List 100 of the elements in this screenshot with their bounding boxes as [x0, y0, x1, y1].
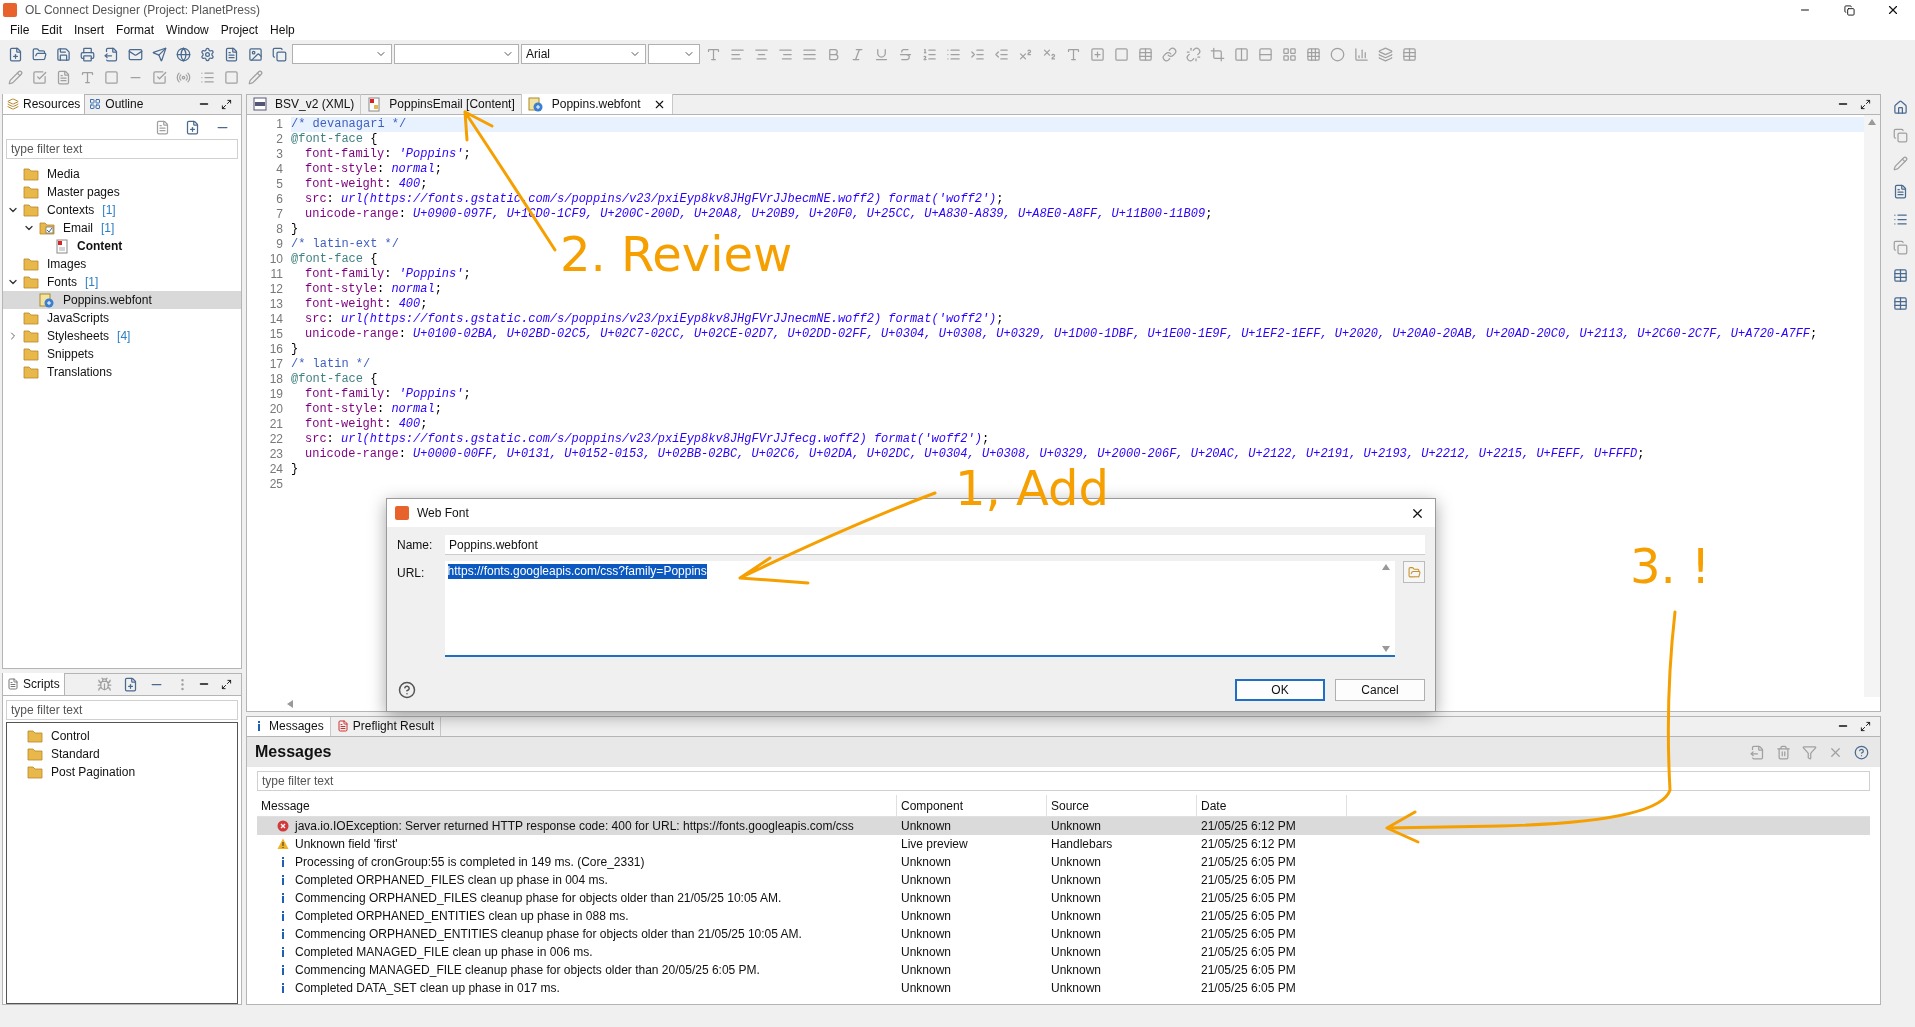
- message-row[interactable]: Completed ORPHANED_FILES clean up phase in 004 ms. Unknown Unknown 21/05/25 6:05 PM: [257, 871, 1870, 889]
- rows-icon[interactable]: [1257, 46, 1273, 62]
- unlink-icon[interactable]: [1185, 46, 1201, 62]
- add-box-icon[interactable]: [1089, 46, 1105, 62]
- scroll-left-icon[interactable]: [287, 700, 293, 708]
- subscript-icon[interactable]: [1041, 46, 1057, 62]
- tree-item[interactable]: Snippets: [3, 345, 241, 363]
- numbered-list-icon[interactable]: [921, 46, 937, 62]
- maximize-icon[interactable]: [1859, 98, 1871, 110]
- bullet-list-icon[interactable]: [945, 46, 961, 62]
- box-icon[interactable]: [1113, 46, 1129, 62]
- dialog-button[interactable]: OK: [1235, 679, 1325, 701]
- align-center-icon[interactable]: [753, 46, 769, 62]
- grid-icon[interactable]: [1305, 46, 1321, 62]
- tree-item[interactable]: Post Pagination: [7, 763, 237, 781]
- image-icon[interactable]: [247, 46, 263, 62]
- tree-item[interactable]: Images: [3, 255, 241, 273]
- filter-field[interactable]: type filter text: [6, 700, 238, 720]
- menu-item[interactable]: Edit: [35, 21, 69, 39]
- superscript-icon[interactable]: [1017, 46, 1033, 62]
- menu-item[interactable]: Project: [214, 21, 265, 39]
- tree-item[interactable]: Translations: [3, 363, 241, 381]
- input-icon[interactable]: [103, 69, 119, 85]
- editor-tab[interactable]: PoppinsEmail [Content]: [361, 94, 522, 114]
- panel-tab[interactable]: Resources: [3, 94, 86, 114]
- table-icon[interactable]: [1892, 295, 1908, 311]
- signature-icon[interactable]: [247, 69, 263, 85]
- home-icon[interactable]: [1892, 99, 1908, 115]
- save-icon[interactable]: [55, 46, 71, 62]
- tree-item[interactable]: Stylesheets [4]: [3, 327, 241, 345]
- dialog-button[interactable]: Cancel: [1335, 679, 1425, 701]
- combo-box[interactable]: [394, 44, 519, 64]
- name-field[interactable]: Poppins.webfont: [445, 535, 1425, 555]
- button-shape-icon[interactable]: [223, 69, 239, 85]
- browse-button[interactable]: [1403, 561, 1425, 583]
- combo-box[interactable]: [292, 44, 392, 64]
- document-icon[interactable]: [223, 46, 239, 62]
- delete-icon[interactable]: [1775, 744, 1791, 760]
- menu-item[interactable]: Help: [264, 21, 301, 39]
- column-header[interactable]: Component: [897, 795, 1047, 816]
- tree-item[interactable]: Contexts [1]: [3, 201, 241, 219]
- panel-tab[interactable]: Scripts: [3, 673, 65, 695]
- filter-field[interactable]: type filter text: [257, 771, 1870, 791]
- url-field[interactable]: https://fonts.googleapis.com/css?family=Poppins: [444, 561, 1396, 657]
- menu-item[interactable]: Insert: [68, 21, 111, 39]
- export-icon[interactable]: [1749, 744, 1765, 760]
- columns-icon[interactable]: [1233, 46, 1249, 62]
- settings-icon[interactable]: [199, 46, 215, 62]
- printer-icon[interactable]: [79, 46, 95, 62]
- tree-item[interactable]: Control: [7, 727, 237, 745]
- align-left-icon[interactable]: [729, 46, 745, 62]
- maximize-icon[interactable]: [220, 678, 232, 690]
- table-icon[interactable]: [1137, 46, 1153, 62]
- stylesheet-icon[interactable]: [1892, 183, 1908, 199]
- layers-icon[interactable]: [1377, 46, 1393, 62]
- maximize-icon[interactable]: [220, 98, 232, 110]
- panel-tab[interactable]: Preflight Result: [330, 717, 442, 736]
- circle-icon[interactable]: [1329, 46, 1345, 62]
- edit-icon[interactable]: [7, 69, 23, 85]
- menu-item[interactable]: Format: [110, 21, 161, 39]
- open-folder-icon[interactable]: [31, 46, 47, 62]
- list-icon[interactable]: [1892, 211, 1908, 227]
- scroll-up-icon[interactable]: [1868, 119, 1876, 125]
- help-icon[interactable]: [1853, 744, 1869, 760]
- maximize-icon[interactable]: [1859, 720, 1871, 732]
- bug-icon[interactable]: [96, 676, 112, 692]
- tree-item[interactable]: Fonts [1]: [3, 273, 241, 291]
- combo-box[interactable]: [648, 44, 700, 64]
- indent-icon[interactable]: [969, 46, 985, 62]
- column-header[interactable]: Date: [1197, 795, 1347, 816]
- send-icon[interactable]: [151, 46, 167, 62]
- align-justify-icon[interactable]: [801, 46, 817, 62]
- close-icon[interactable]: [1886, 3, 1900, 17]
- tree-item[interactable]: Content: [3, 237, 241, 255]
- outdent-icon[interactable]: [993, 46, 1009, 62]
- export-icon[interactable]: [103, 46, 119, 62]
- table-icon[interactable]: [1401, 46, 1417, 62]
- font-color-icon[interactable]: [705, 46, 721, 62]
- tree-item[interactable]: Poppins.webfont: [3, 291, 241, 309]
- text-style-icon[interactable]: [1065, 46, 1081, 62]
- tree-item[interactable]: Master pages: [3, 183, 241, 201]
- message-row[interactable]: Commencing ORPHANED_ENTITIES cleanup phase for objects older than 21/05/25 10:05 AM. Unknown Unknown 21/05/25 6:05 PM: [257, 925, 1870, 943]
- bar-chart-icon[interactable]: [1353, 46, 1369, 62]
- tree-item[interactable]: Email [1]: [3, 219, 241, 237]
- tree-item[interactable]: Standard: [7, 745, 237, 763]
- column-header[interactable]: Message: [257, 795, 897, 816]
- edit-icon[interactable]: [1892, 155, 1908, 171]
- message-row[interactable]: Commencing ORPHANED_FILES cleanup phase for objects older than 21/05/25 10:05 AM. Unknown Unknown 21/05/25 6:05 PM: [257, 889, 1870, 907]
- checkbox-icon[interactable]: [151, 69, 167, 85]
- tree-item[interactable]: Media: [3, 165, 241, 183]
- filter-field[interactable]: type filter text: [6, 139, 238, 159]
- text-field-icon[interactable]: [79, 69, 95, 85]
- filter-icon[interactable]: [1801, 744, 1817, 760]
- column-header[interactable]: Source: [1047, 795, 1197, 816]
- layout-icon[interactable]: [1281, 46, 1297, 62]
- vertical-scrollbar[interactable]: [1864, 115, 1880, 697]
- panel-tab[interactable]: Outline: [85, 94, 148, 114]
- tree-item[interactable]: JavaScripts: [3, 309, 241, 327]
- globe-icon[interactable]: [175, 46, 191, 62]
- restore-icon[interactable]: [1843, 4, 1855, 16]
